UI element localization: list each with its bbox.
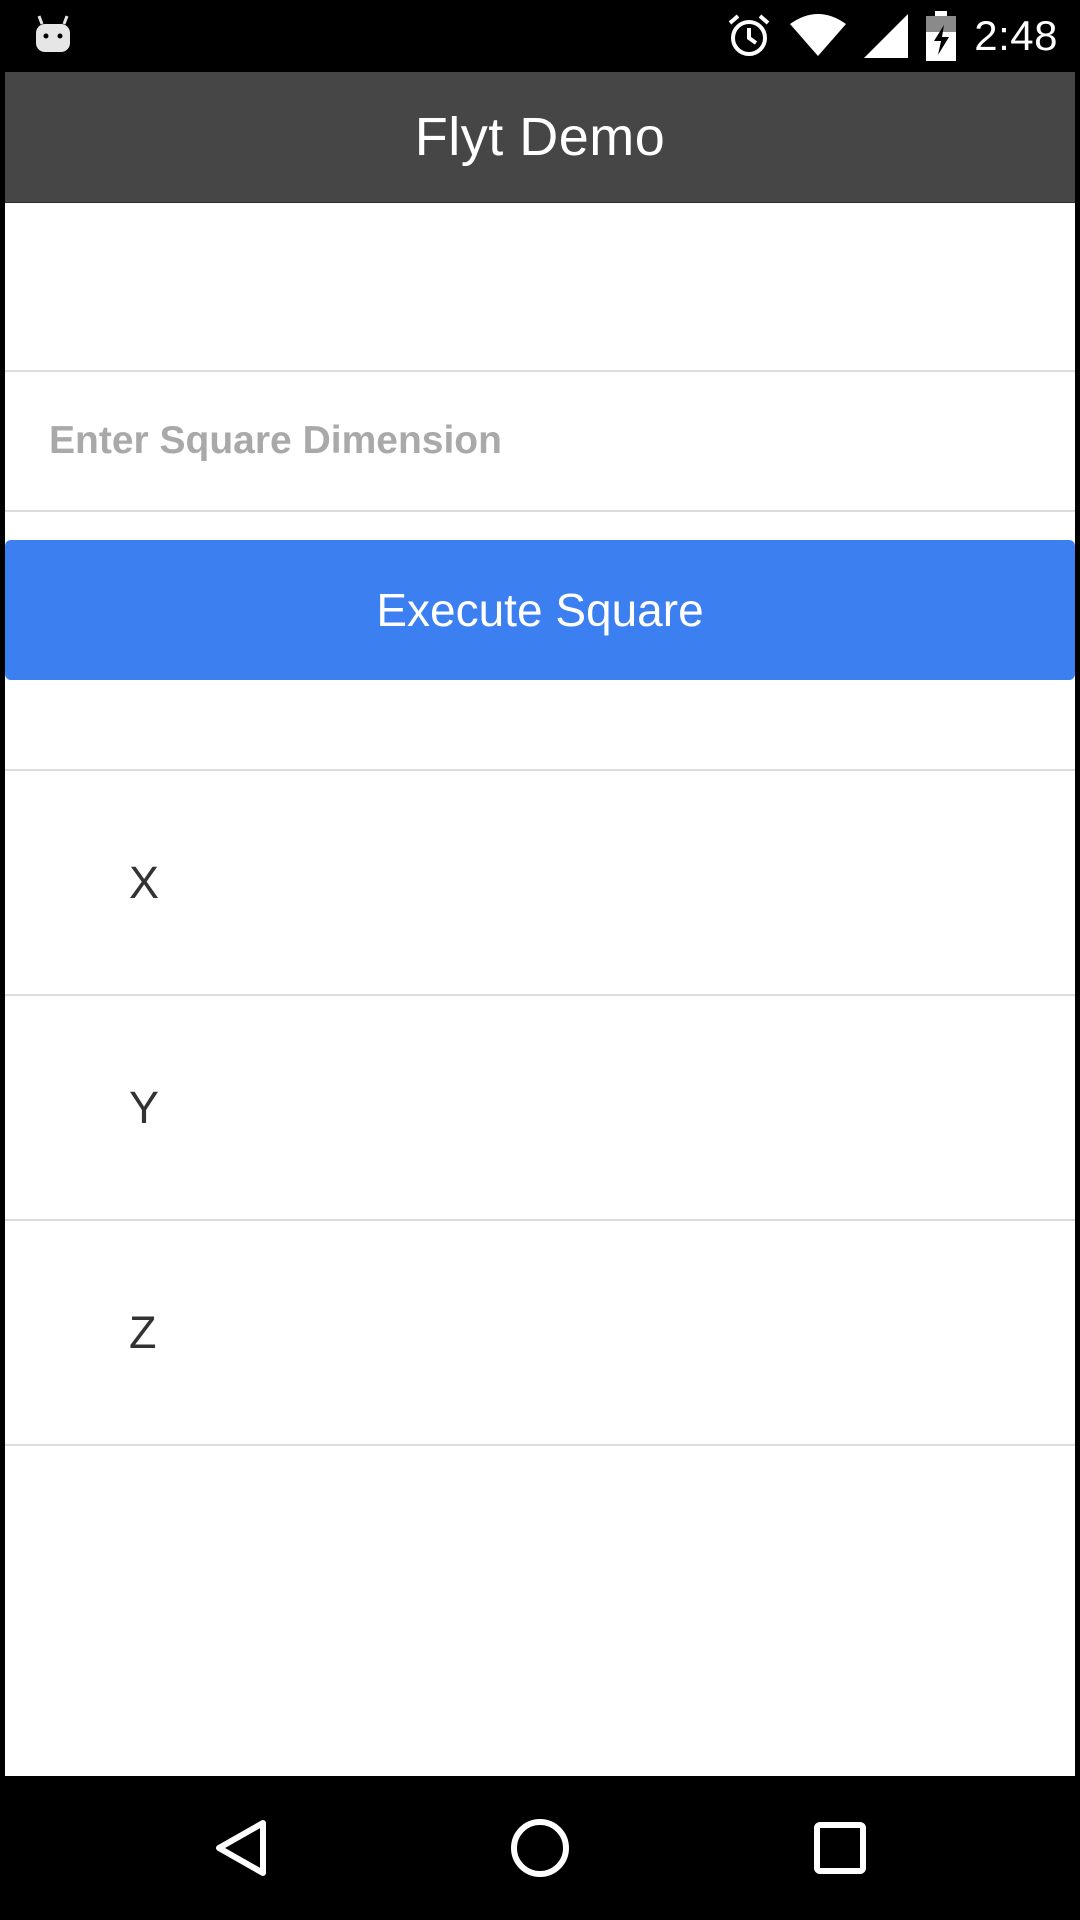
square-dimension-row [5, 372, 1075, 512]
axis-label-x: X [129, 856, 160, 908]
list-item-z: Z [5, 1221, 1075, 1446]
recents-icon [814, 1822, 866, 1874]
app-bar: Flyt Demo [5, 72, 1075, 203]
square-dimension-input[interactable] [5, 372, 1075, 510]
status-bar: 2:48 [0, 0, 1080, 72]
recents-button[interactable] [800, 1808, 880, 1888]
alarm-icon [728, 14, 770, 56]
back-icon [216, 1820, 266, 1876]
back-button[interactable] [201, 1808, 281, 1888]
list-item-x: X [5, 771, 1075, 996]
blank-row [5, 203, 1075, 372]
home-button[interactable] [500, 1808, 580, 1888]
battery-charging-icon [926, 11, 957, 61]
list-item-y: Y [5, 996, 1075, 1221]
page-title: Flyt Demo [414, 107, 666, 167]
android-debug-icon [36, 15, 70, 52]
signal-icon [864, 14, 909, 58]
navigation-bar [0, 1776, 1080, 1920]
spacer-row [5, 680, 1075, 771]
axis-label-z: Z [129, 1306, 157, 1358]
execute-square-button[interactable]: Execute Square [5, 540, 1075, 680]
axis-label-y: Y [129, 1081, 160, 1133]
home-icon [511, 1819, 569, 1877]
main-content: Execute Square X Y Z [5, 203, 1075, 1776]
status-time: 2:48 [974, 12, 1058, 59]
wifi-icon [790, 14, 847, 56]
